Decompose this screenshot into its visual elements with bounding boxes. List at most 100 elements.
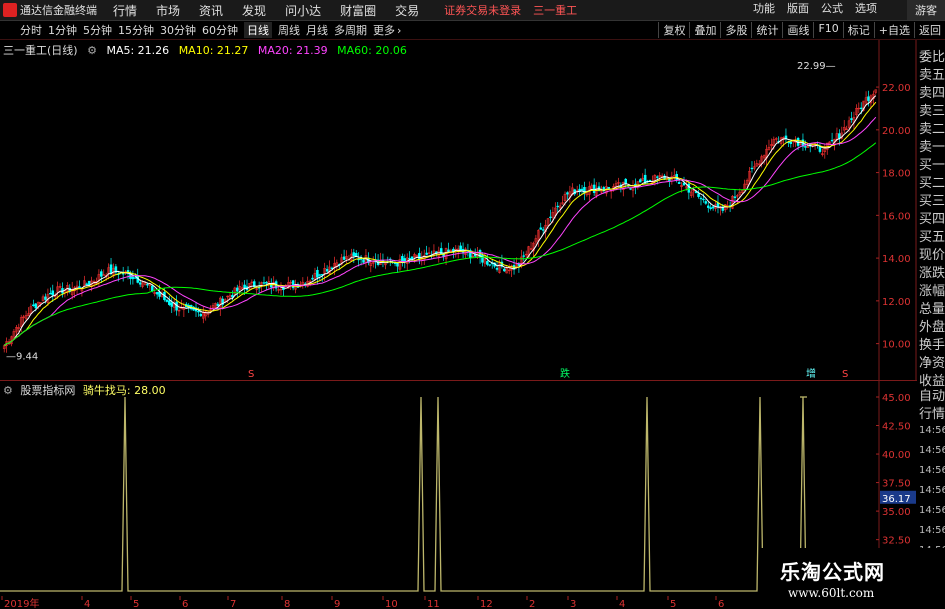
date-tick-label: 7 xyxy=(230,599,236,609)
settings-icon[interactable]: ⚙ xyxy=(87,44,97,57)
low-price-label: —9.44 xyxy=(6,352,38,363)
menu-options[interactable]: 选项 xyxy=(855,0,877,20)
tool-f10[interactable]: F10 xyxy=(813,22,842,38)
trade-time: 14:56 xyxy=(919,525,945,536)
candle-body xyxy=(131,276,135,280)
tool-restore-rights[interactable]: 复权 xyxy=(658,22,689,38)
date-tick-label: 5 xyxy=(670,599,676,609)
side-tab-label[interactable]: 自动 xyxy=(919,385,945,404)
trade-time: 14:56 xyxy=(919,465,945,476)
candle-body xyxy=(170,302,173,307)
period-tab-15min[interactable]: 15分钟 xyxy=(118,22,154,38)
side-label: 换手 xyxy=(919,338,945,353)
tool-statistics[interactable]: 统计 xyxy=(751,22,782,38)
candle-body xyxy=(733,196,737,199)
y-tick-label: 18.00 xyxy=(882,169,911,180)
menu-item-market[interactable]: 市场 xyxy=(156,2,180,19)
candle-body xyxy=(352,252,356,257)
candle-body xyxy=(146,284,149,286)
date-tick-label: 6 xyxy=(718,599,724,609)
candle-body xyxy=(311,277,314,280)
tool-overlay[interactable]: 叠加 xyxy=(689,22,720,38)
indicator-legend: ⚙ 股票指标网 骑牛找马: 28.00 xyxy=(3,382,170,398)
period-tab-5min[interactable]: 5分钟 xyxy=(83,22,112,38)
app-title: 通达信金融终端 xyxy=(20,4,97,17)
candle-body xyxy=(486,261,489,265)
ma5-line xyxy=(3,95,877,347)
menu-item-discover[interactable]: 发现 xyxy=(242,2,266,19)
period-tab-multi[interactable]: 多周期 xyxy=(334,22,367,38)
date-tick-label: 11 xyxy=(427,599,440,609)
date-tick-label: 9 xyxy=(334,599,340,609)
period-tab-weekly[interactable]: 周线 xyxy=(278,22,300,38)
side-tab-label[interactable]: 行情 xyxy=(919,403,945,422)
side-label: 涨幅 xyxy=(919,284,945,299)
candle-body xyxy=(488,264,492,266)
side-label: 买五 xyxy=(919,230,945,245)
date-tick-label: 10 xyxy=(385,599,398,609)
candle-body xyxy=(789,141,793,144)
menu-function[interactable]: 功能 xyxy=(753,0,775,20)
tool-multi-stock[interactable]: 多股 xyxy=(720,22,751,38)
side-label: 卖二 xyxy=(919,122,945,137)
side-label: 卖一 xyxy=(919,140,945,155)
candle-body xyxy=(711,206,715,209)
tool-back[interactable]: 返回 xyxy=(914,22,945,38)
menu-item-trade[interactable]: 交易 xyxy=(395,2,419,19)
candle-body xyxy=(318,274,322,276)
candle-body xyxy=(168,300,171,305)
guest-button[interactable]: 游客 xyxy=(907,0,945,20)
candle-body xyxy=(656,176,659,178)
period-tab-monthly[interactable]: 月线 xyxy=(306,22,328,38)
candle-body xyxy=(697,193,700,197)
settings-icon[interactable]: ⚙ xyxy=(3,384,13,397)
candle-body xyxy=(44,296,47,300)
candle-body xyxy=(85,283,89,285)
side-label: 卖五 xyxy=(919,68,945,83)
tool-drawing[interactable]: 画线 xyxy=(782,22,813,38)
event-marker: S xyxy=(842,369,848,380)
login-status[interactable]: 证券交易未登录 xyxy=(444,2,521,18)
trade-time: 14:56 xyxy=(919,485,945,496)
menu-item-ask[interactable]: 问小达 xyxy=(285,2,321,19)
date-tick-label: 2 xyxy=(529,599,535,609)
menu-layout[interactable]: 版面 xyxy=(787,0,809,20)
chevron-right-icon[interactable]: › xyxy=(397,24,401,37)
period-tab-1min[interactable]: 1分钟 xyxy=(48,22,77,38)
menu-item-news[interactable]: 资讯 xyxy=(199,2,223,19)
quote-side-panel[interactable]: 委比 卖五 卖四 卖三 卖二 卖一 买一 买二 买三 买四 买五 现价 涨跌 涨幅 总量 外盘 换手 净资 收益 自动… xyxy=(917,40,945,600)
date-tick-label: 4 xyxy=(619,599,625,609)
menu-formula[interactable]: 公式 xyxy=(821,0,843,20)
ma60-line xyxy=(3,142,877,347)
candle-body xyxy=(236,287,239,292)
menu-item-wealth[interactable]: 财富圈 xyxy=(340,2,376,19)
candle-body xyxy=(199,313,203,317)
indicator-line xyxy=(0,396,879,592)
ma20-line xyxy=(3,116,877,347)
kline-chart[interactable]: 22.00 20.00 18.00 16.00 14.00 12.00 10.00 22.9… xyxy=(0,40,917,380)
tool-mark[interactable]: 标记 xyxy=(842,22,874,38)
period-tab-daily[interactable]: 日线 xyxy=(244,22,272,38)
candle-body xyxy=(580,188,584,191)
candle-body xyxy=(342,256,346,260)
y-tick-label: 37.50 xyxy=(882,479,911,490)
current-value-label: 36.17 xyxy=(882,494,911,505)
candle-body xyxy=(592,184,596,193)
candle-body xyxy=(702,198,705,201)
period-tab-30min[interactable]: 30分钟 xyxy=(160,22,196,38)
trade-time: 14:56 xyxy=(919,445,945,456)
side-label: 总量 xyxy=(919,302,945,317)
period-tab-intraday[interactable]: 分时 xyxy=(20,22,42,38)
period-tab-more[interactable]: 更多 xyxy=(373,22,395,38)
date-tick-label: 4 xyxy=(84,599,90,609)
side-label: 委比 xyxy=(919,50,945,65)
period-tab-60min[interactable]: 60分钟 xyxy=(202,22,238,38)
stock-period-label: 三一重工(日线) xyxy=(3,44,78,57)
tool-add-favorite[interactable]: +自选 xyxy=(873,22,914,38)
candle-body xyxy=(541,229,545,231)
menu-item-quotes[interactable]: 行情 xyxy=(113,2,137,19)
watermark-url: www.60lt.com xyxy=(788,586,875,600)
y-tick-label: 40.00 xyxy=(882,450,911,461)
candle-body xyxy=(134,277,137,279)
candle-body xyxy=(549,216,552,219)
